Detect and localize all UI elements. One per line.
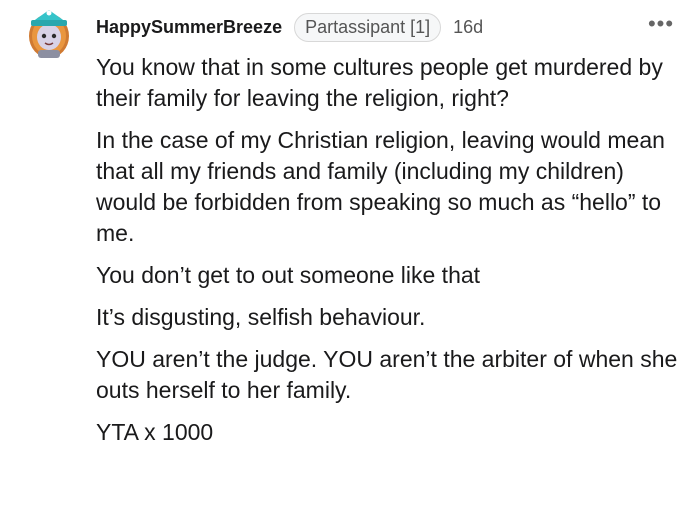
more-options-icon[interactable]: ••• bbox=[644, 8, 678, 40]
comment-paragraph: You know that in some cultures people ge… bbox=[96, 54, 663, 111]
comment: HappySummerBreeze Partassipant [1] 16d •… bbox=[0, 0, 700, 513]
comment-paragraph: It’s disgusting, selfish behaviour. bbox=[96, 304, 426, 330]
avatar[interactable] bbox=[22, 6, 76, 60]
comment-paragraph: YTA x 1000 bbox=[96, 419, 214, 445]
comment-paragraph: In the case of my Christian religion, le… bbox=[96, 127, 665, 246]
username[interactable]: HappySummerBreeze bbox=[96, 17, 282, 38]
comment-paragraph: You don’t get to out someone like that bbox=[96, 262, 481, 288]
comment-body: You know that in some cultures people ge… bbox=[96, 52, 686, 459]
comment-age: 16d bbox=[453, 16, 484, 37]
comment-header: HappySummerBreeze Partassipant [1] 16d bbox=[96, 10, 483, 44]
comment-paragraph: YOU aren’t the judge. YOU aren’t the arb… bbox=[96, 346, 678, 403]
user-flair: Partassipant [1] bbox=[294, 12, 442, 42]
